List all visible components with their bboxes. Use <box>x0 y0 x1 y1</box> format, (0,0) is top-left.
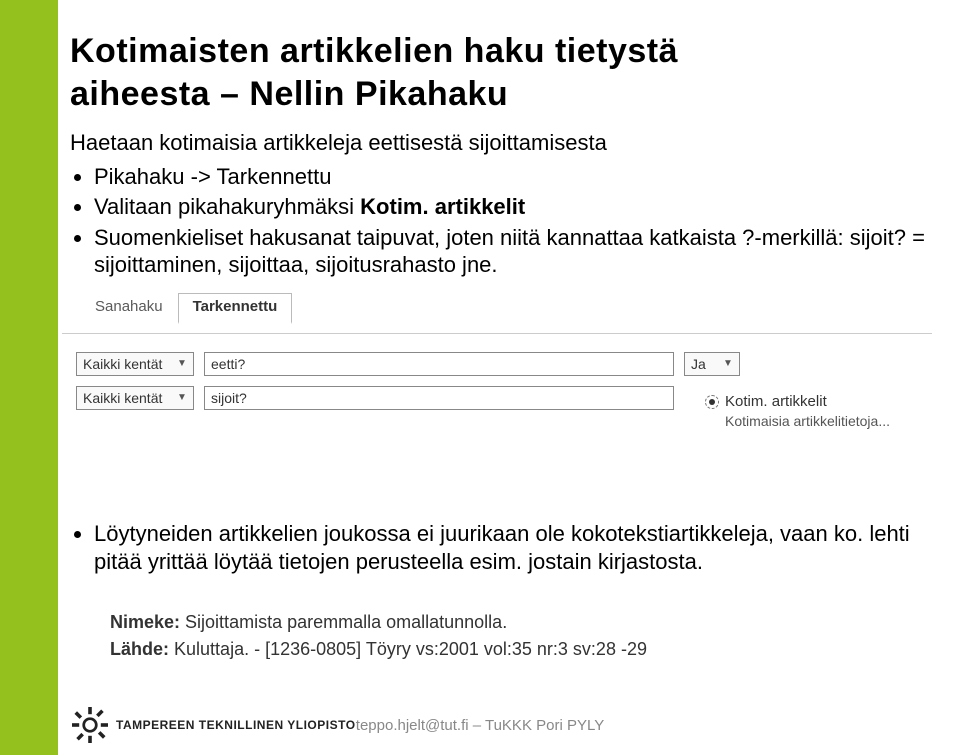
operator-label: Ja <box>691 356 706 374</box>
search-input-2[interactable]: sijoit? <box>204 386 674 410</box>
field-select-1[interactable]: Kaikki kentät ▼ <box>76 352 194 376</box>
field-select-2[interactable]: Kaikki kentät ▼ <box>76 386 194 410</box>
chevron-down-icon: ▼ <box>175 391 189 405</box>
page-title: Kotimaisten artikkelien haku tietystä ai… <box>70 30 930 115</box>
tab-tarkennettu[interactable]: Tarkennettu <box>178 293 293 325</box>
radio-inner-dot <box>709 399 715 405</box>
field-select-2-label: Kaikki kentät <box>83 390 162 408</box>
title-line-1: Kotimaisten artikkelien haku tietystä <box>70 32 678 70</box>
radio-sublabel: Kotimaisia artikkelitietoja... <box>725 412 890 430</box>
accent-stripe <box>0 0 58 755</box>
field-select-1-label: Kaikki kentät <box>83 356 162 374</box>
operator-select[interactable]: Ja ▼ <box>684 352 740 376</box>
radio-option-kotim[interactable]: Kotim. artikkelit <box>705 392 890 412</box>
lahde-value: Kuluttaja. - [1236-0805] Töyry vs:2001 v… <box>174 639 647 659</box>
chevron-down-icon: ▼ <box>721 357 735 371</box>
bullet-pikahaku: Pikahaku -> Tarkennettu <box>94 163 930 191</box>
slide-content: Kotimaisten artikkelien haku tietystä ai… <box>70 30 930 663</box>
gear-icon <box>72 707 108 743</box>
tab-sanahaku[interactable]: Sanahaku <box>80 293 178 325</box>
university-logo: TAMPEREEN TEKNILLINEN YLIOPISTO <box>72 707 356 743</box>
nimeke-value: Sijoittamista paremmalla omallatunnolla. <box>185 612 507 632</box>
search-input-1-value: eetti? <box>211 356 245 374</box>
search-input-1[interactable]: eetti? <box>204 352 674 376</box>
radio-label: Kotim. artikkelit <box>725 392 827 412</box>
bullet-ryhma-text: Valitaan pikahakuryhmäksi Kotim. artikke… <box>94 194 525 219</box>
search-input-2-value: sijoit? <box>211 390 247 408</box>
tab-divider <box>62 333 932 334</box>
result-lahde: Lähde: Kuluttaja. - [1236-0805] Töyry vs… <box>110 636 930 663</box>
result-block: Nimeke: Sijoittamista paremmalla omallat… <box>110 609 930 663</box>
radio-icon <box>705 395 719 409</box>
bullet-loytyneet: Löytyneiden artikkelien joukossa ei juur… <box>94 520 930 575</box>
tab-bar: Sanahaku Tarkennettu <box>80 293 932 325</box>
intro-text: Haetaan kotimaisia artikkeleja eettisest… <box>70 129 930 157</box>
top-bullet-list: Pikahaku -> Tarkennettu Valitaan pikahak… <box>94 163 930 279</box>
bottom-bullet-list: Löytyneiden artikkelien joukossa ei juur… <box>94 520 930 575</box>
bullet-hakusanat: Suomenkieliset hakusanat taipuvat, joten… <box>94 224 930 279</box>
lahde-label: Lähde: <box>110 639 169 659</box>
chevron-down-icon: ▼ <box>175 357 189 371</box>
footer: TAMPEREEN TEKNILLINEN YLIOPISTO teppo.hj… <box>0 695 960 755</box>
radio-group-selection: Kotim. artikkelit Kotimaisia artikkeliti… <box>705 392 890 430</box>
university-name: TAMPEREEN TEKNILLINEN YLIOPISTO <box>116 718 356 732</box>
search-row-1: Kaikki kentät ▼ eetti? Ja ▼ <box>76 352 918 376</box>
title-line-2: aiheesta – Nellin Pikahaku <box>70 75 508 113</box>
bullet-ryhma: Valitaan pikahakuryhmäksi Kotim. artikke… <box>94 193 930 221</box>
nimeke-label: Nimeke: <box>110 612 180 632</box>
result-nimeke: Nimeke: Sijoittamista paremmalla omallat… <box>110 609 930 636</box>
